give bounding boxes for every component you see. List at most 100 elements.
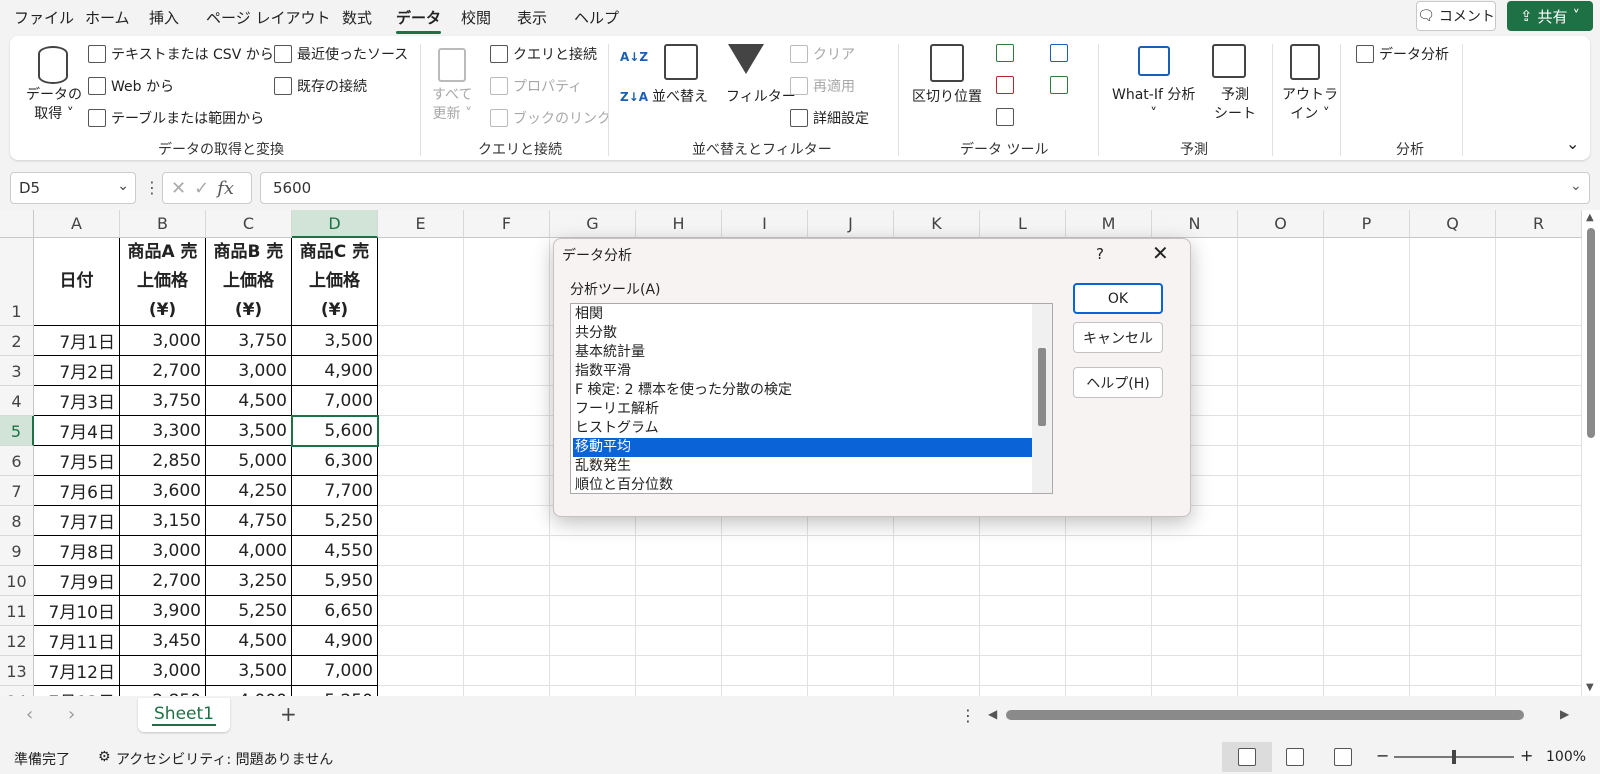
scroll-up-icon[interactable]: ▲ (1586, 212, 1594, 223)
empty-cell[interactable] (1324, 536, 1410, 566)
empty-cell[interactable] (1410, 656, 1496, 686)
column-header-h[interactable]: H (636, 210, 722, 238)
tab-formulas[interactable]: 数式 (342, 7, 372, 28)
empty-cell[interactable] (1410, 686, 1496, 696)
table-cell[interactable]: 4,900 (292, 356, 378, 386)
table-cell[interactable]: 4,550 (292, 536, 378, 566)
table-cell[interactable]: 3,000 (120, 326, 206, 356)
column-header-j[interactable]: J (808, 210, 894, 238)
empty-cell[interactable] (980, 566, 1066, 596)
empty-cell[interactable] (464, 596, 550, 626)
empty-cell[interactable] (1238, 626, 1324, 656)
ribbon-collapse-button[interactable]: ⌄ (1566, 134, 1579, 153)
accessibility-icon[interactable]: ⚙ (98, 749, 111, 765)
empty-cell[interactable] (894, 596, 980, 626)
list-item[interactable]: F 検定: 2 標本を使った分散の検定 (573, 381, 1036, 400)
chevron-right-icon[interactable]: › (68, 704, 75, 725)
column-header-m[interactable]: M (1066, 210, 1152, 238)
empty-cell[interactable] (1066, 656, 1152, 686)
table-cell[interactable]: 7月5日 (34, 446, 120, 476)
what-if-button[interactable]: What-If 分析 ˅ (1112, 86, 1195, 124)
empty-cell[interactable] (1324, 416, 1410, 446)
get-data-button[interactable]: データの 取得 ˅ (26, 86, 82, 124)
close-icon[interactable]: ✕ (1152, 241, 1169, 265)
page-layout-view-icon[interactable] (1286, 748, 1304, 766)
empty-cell[interactable] (1238, 238, 1324, 326)
empty-cell[interactable] (1410, 446, 1496, 476)
empty-cell[interactable] (894, 536, 980, 566)
empty-cell[interactable] (808, 626, 894, 656)
table-cell[interactable]: 7月1日 (34, 326, 120, 356)
empty-cell[interactable] (464, 476, 550, 506)
vertical-scroll-thumb[interactable] (1587, 228, 1595, 438)
empty-cell[interactable] (378, 506, 464, 536)
horizontal-scroll-thumb[interactable] (1006, 710, 1524, 720)
empty-cell[interactable] (378, 656, 464, 686)
table-cell[interactable]: 5,600 (292, 416, 378, 446)
empty-cell[interactable] (1410, 476, 1496, 506)
table-cell[interactable]: 4,500 (206, 626, 292, 656)
empty-cell[interactable] (378, 446, 464, 476)
empty-cell[interactable] (550, 536, 636, 566)
empty-cell[interactable] (464, 656, 550, 686)
tab-data[interactable]: データ (396, 7, 442, 34)
table-cell[interactable]: 2,850 (120, 446, 206, 476)
table-cell[interactable]: 3,500 (292, 326, 378, 356)
empty-cell[interactable] (378, 686, 464, 696)
empty-cell[interactable] (1066, 536, 1152, 566)
column-header-e[interactable]: E (378, 210, 464, 238)
list-scroll-thumb[interactable] (1038, 348, 1046, 426)
row-header-2[interactable]: 2 (0, 326, 34, 356)
column-header-d[interactable]: D (292, 210, 378, 238)
column-header-i[interactable]: I (722, 210, 808, 238)
list-item[interactable]: ヒストグラム (573, 419, 1036, 438)
column-header-o[interactable]: O (1238, 210, 1324, 238)
page-break-view-icon[interactable] (1334, 748, 1352, 766)
table-cell[interactable]: 7月4日 (34, 416, 120, 446)
row-header-9[interactable]: 9 (0, 536, 34, 566)
list-item[interactable]: 指数平滑 (573, 362, 1036, 381)
empty-cell[interactable] (808, 596, 894, 626)
empty-cell[interactable] (722, 626, 808, 656)
table-cell[interactable]: 7月11日 (34, 626, 120, 656)
row-header-13[interactable]: 13 (0, 656, 34, 686)
sort-asc-button[interactable]: A↓Z (620, 50, 648, 64)
filter-button[interactable]: フィルター (726, 86, 796, 106)
empty-cell[interactable] (1496, 476, 1582, 506)
empty-cell[interactable] (1324, 626, 1410, 656)
empty-cell[interactable] (1410, 596, 1496, 626)
empty-cell[interactable] (464, 416, 550, 446)
list-item[interactable]: 基本統計量 (573, 343, 1036, 362)
empty-cell[interactable] (378, 386, 464, 416)
empty-cell[interactable] (550, 566, 636, 596)
empty-cell[interactable] (1238, 656, 1324, 686)
table-cell[interactable]: 7月12日 (34, 656, 120, 686)
chevron-down-icon[interactable]: ⌄ (117, 178, 129, 194)
row-header-3[interactable]: 3 (0, 356, 34, 386)
empty-cell[interactable] (1410, 566, 1496, 596)
empty-cell[interactable] (1410, 386, 1496, 416)
table-cell[interactable]: 3,000 (206, 356, 292, 386)
row-header-14[interactable]: 14 (0, 686, 34, 696)
empty-cell[interactable] (1238, 566, 1324, 596)
forecast-sheet-button[interactable]: 予測 シート (1214, 86, 1256, 124)
table-cell[interactable]: 7月8日 (34, 536, 120, 566)
empty-cell[interactable] (1238, 536, 1324, 566)
empty-cell[interactable] (378, 326, 464, 356)
empty-cell[interactable] (1238, 596, 1324, 626)
empty-cell[interactable] (1496, 356, 1582, 386)
empty-cell[interactable] (1238, 386, 1324, 416)
empty-cell[interactable] (1496, 536, 1582, 566)
empty-cell[interactable] (636, 656, 722, 686)
empty-cell[interactable] (1152, 626, 1238, 656)
text-to-columns-button[interactable]: 区切り位置 (912, 86, 982, 106)
table-cell[interactable]: 4,000 (206, 686, 292, 696)
table-cell[interactable]: 5,950 (292, 566, 378, 596)
zoom-in-icon[interactable]: + (1520, 746, 1533, 765)
name-box[interactable]: D5 ⌄ (10, 172, 136, 204)
empty-cell[interactable] (550, 596, 636, 626)
empty-cell[interactable] (378, 356, 464, 386)
tab-file[interactable]: ファイル (14, 7, 74, 28)
cancel-button[interactable]: キャンセル (1073, 322, 1163, 353)
help-button[interactable]: ヘルプ(H) (1073, 367, 1163, 398)
